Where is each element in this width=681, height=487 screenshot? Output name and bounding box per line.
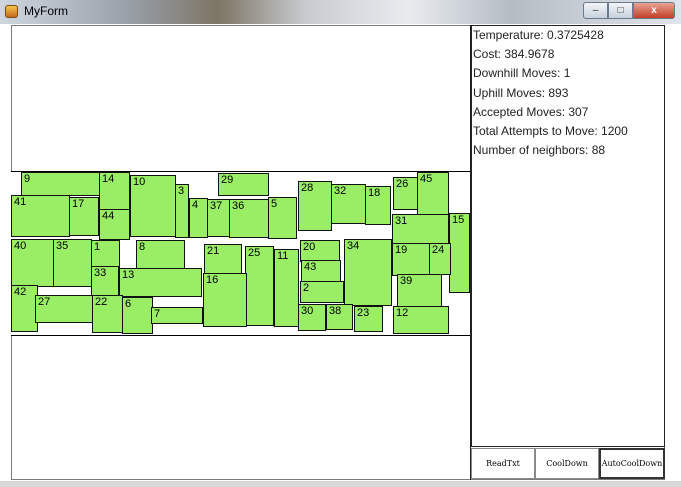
block-13: 13 bbox=[119, 268, 202, 297]
close-button[interactable]: x bbox=[633, 2, 675, 19]
block-19: 19 bbox=[392, 243, 430, 276]
block-9: 9 bbox=[21, 172, 101, 196]
block-35: 35 bbox=[53, 239, 92, 287]
block-24: 24 bbox=[429, 243, 451, 275]
cool-down-button[interactable]: CoolDown bbox=[535, 448, 599, 479]
block-6: 6 bbox=[122, 297, 153, 334]
maximize-button[interactable]: □ bbox=[608, 2, 633, 19]
block-26: 26 bbox=[393, 177, 419, 210]
block-22: 22 bbox=[92, 295, 123, 333]
block-29: 29 bbox=[218, 173, 269, 196]
block-41: 41 bbox=[11, 195, 70, 237]
block-28: 28 bbox=[298, 181, 332, 231]
block-1: 1 bbox=[91, 240, 120, 268]
uphill-moves-label: Uphill Moves: 893 bbox=[473, 86, 569, 100]
block-7: 7 bbox=[151, 307, 203, 324]
taskbar-strip bbox=[0, 481, 681, 487]
auto-cool-down-button[interactable]: AutoCoolDown bbox=[599, 448, 665, 479]
app-icon bbox=[5, 5, 18, 18]
block-40: 40 bbox=[11, 239, 54, 287]
window-controls: – □ x bbox=[583, 2, 675, 19]
block-45: 45 bbox=[417, 172, 449, 216]
block-27: 27 bbox=[35, 295, 93, 323]
block-38: 38 bbox=[326, 304, 353, 330]
block-4: 4 bbox=[189, 198, 208, 238]
block-42: 42 bbox=[11, 285, 38, 332]
block-10: 10 bbox=[130, 175, 176, 237]
block-20: 20 bbox=[300, 240, 340, 262]
block-25: 25 bbox=[245, 246, 274, 326]
block-44: 44 bbox=[99, 209, 130, 240]
block-39: 39 bbox=[397, 274, 442, 307]
block-43: 43 bbox=[301, 260, 341, 282]
window-title: MyForm bbox=[24, 4, 68, 18]
block-11: 11 bbox=[274, 249, 299, 327]
block-30: 30 bbox=[298, 304, 326, 331]
block-33: 33 bbox=[91, 266, 119, 296]
block-17: 17 bbox=[69, 197, 99, 236]
minimize-button[interactable]: – bbox=[583, 2, 608, 19]
block-2: 2 bbox=[300, 281, 344, 303]
block-23: 23 bbox=[354, 306, 383, 332]
stats-panel: Temperature: 0.3725428 Cost: 384.9678 Do… bbox=[471, 25, 665, 447]
block-8: 8 bbox=[136, 240, 185, 269]
block-12: 12 bbox=[393, 306, 449, 334]
block-18: 18 bbox=[365, 186, 391, 225]
downhill-moves-label: Downhill Moves: 1 bbox=[473, 66, 571, 80]
title-bar[interactable]: MyForm – □ x bbox=[0, 0, 681, 24]
block-32: 32 bbox=[331, 184, 366, 224]
block-16: 16 bbox=[203, 273, 247, 327]
block-3: 3 bbox=[175, 184, 189, 238]
accepted-moves-label: Accepted Moves: 307 bbox=[473, 105, 589, 119]
temperature-label: Temperature: 0.3725428 bbox=[473, 28, 604, 42]
block-31: 31 bbox=[392, 214, 449, 244]
floorplan-board: 9 14 10 3 29 28 32 18 26 45 15 41 17 44 … bbox=[11, 171, 470, 336]
block-37: 37 bbox=[207, 199, 230, 237]
block-21: 21 bbox=[204, 244, 242, 275]
block-36: 36 bbox=[229, 199, 269, 238]
read-txt-button[interactable]: ReadTxt bbox=[471, 448, 535, 479]
block-34: 34 bbox=[344, 239, 392, 306]
cost-label: Cost: 384.9678 bbox=[473, 47, 555, 61]
block-15: 15 bbox=[449, 213, 470, 293]
total-attempts-label: Total Attempts to Move: 1200 bbox=[473, 124, 628, 138]
block-5: 5 bbox=[268, 197, 297, 239]
neighbors-label: Number of neighbors: 88 bbox=[473, 143, 606, 157]
block-14: 14 bbox=[99, 172, 130, 210]
